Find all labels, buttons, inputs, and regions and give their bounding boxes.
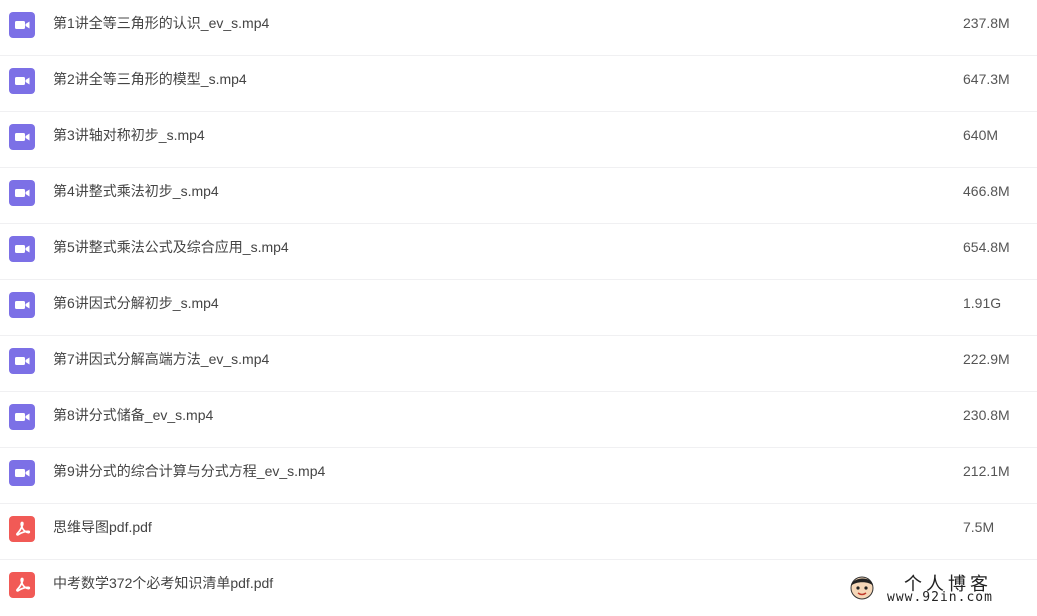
pdf-file-icon	[9, 516, 35, 542]
file-name[interactable]: 第9讲分式的综合计算与分式方程_ev_s.mp4	[53, 462, 325, 480]
file-size: 237.8M	[963, 15, 1010, 31]
file-size: 7.5M	[963, 519, 995, 535]
file-size: 654.8M	[963, 239, 1010, 255]
video-file-icon	[9, 12, 35, 38]
video-file-icon	[9, 180, 35, 206]
file-list: 第1讲全等三角形的认识_ev_s.mp4 237.8M 第2讲全等三角形的模型_…	[0, 0, 1037, 616]
file-size: 466.8M	[963, 183, 1010, 199]
video-file-icon	[9, 68, 35, 94]
file-row[interactable]: 第9讲分式的综合计算与分式方程_ev_s.mp4 212.1M	[0, 448, 1037, 504]
file-size: 640M	[963, 127, 999, 143]
video-file-icon	[9, 292, 35, 318]
file-row[interactable]: 第4讲整式乘法初步_s.mp4 466.8M	[0, 168, 1037, 224]
pdf-file-icon	[9, 572, 35, 598]
video-file-icon	[9, 236, 35, 262]
video-file-icon	[9, 348, 35, 374]
file-name[interactable]: 中考数学372个必考知识清单pdf.pdf	[53, 574, 273, 592]
file-row[interactable]: 思维导图pdf.pdf 7.5M	[0, 504, 1037, 560]
file-name[interactable]: 第8讲分式储备_ev_s.mp4	[53, 406, 213, 424]
file-row[interactable]: 第3讲轴对称初步_s.mp4 640M	[0, 112, 1037, 168]
watermark-url: www.92in.com	[887, 590, 993, 605]
file-name[interactable]: 第1讲全等三角形的认识_ev_s.mp4	[53, 14, 269, 32]
video-file-icon	[9, 404, 35, 430]
file-row[interactable]: 第2讲全等三角形的模型_s.mp4 647.3M	[0, 56, 1037, 112]
video-file-icon	[9, 124, 35, 150]
file-name[interactable]: 第2讲全等三角形的模型_s.mp4	[53, 70, 247, 88]
video-file-icon	[9, 460, 35, 486]
file-size: 230.8M	[963, 407, 1010, 423]
file-row[interactable]: 第6讲因式分解初步_s.mp4 1.91G	[0, 280, 1037, 336]
file-row[interactable]: 第5讲整式乘法公式及综合应用_s.mp4 654.8M	[0, 224, 1037, 280]
file-size: 647.3M	[963, 71, 1010, 87]
file-name[interactable]: 思维导图pdf.pdf	[53, 518, 152, 536]
file-name[interactable]: 第4讲整式乘法初步_s.mp4	[53, 182, 219, 200]
file-name[interactable]: 第6讲因式分解初步_s.mp4	[53, 294, 219, 312]
file-name[interactable]: 第3讲轴对称初步_s.mp4	[53, 126, 205, 144]
avatar-icon	[850, 576, 874, 600]
file-name[interactable]: 第5讲整式乘法公式及综合应用_s.mp4	[53, 238, 289, 256]
file-size: 212.1M	[963, 463, 1010, 479]
file-size: 1.91G	[963, 295, 1002, 311]
blog-watermark: 个人博客 www.92in.com	[842, 570, 1032, 608]
file-row[interactable]: 第7讲因式分解高端方法_ev_s.mp4 222.9M	[0, 336, 1037, 392]
file-row[interactable]: 第1讲全等三角形的认识_ev_s.mp4 237.8M	[0, 0, 1037, 56]
file-row[interactable]: 第8讲分式储备_ev_s.mp4 230.8M	[0, 392, 1037, 448]
file-size: 222.9M	[963, 351, 1010, 367]
file-name[interactable]: 第7讲因式分解高端方法_ev_s.mp4	[53, 350, 269, 368]
